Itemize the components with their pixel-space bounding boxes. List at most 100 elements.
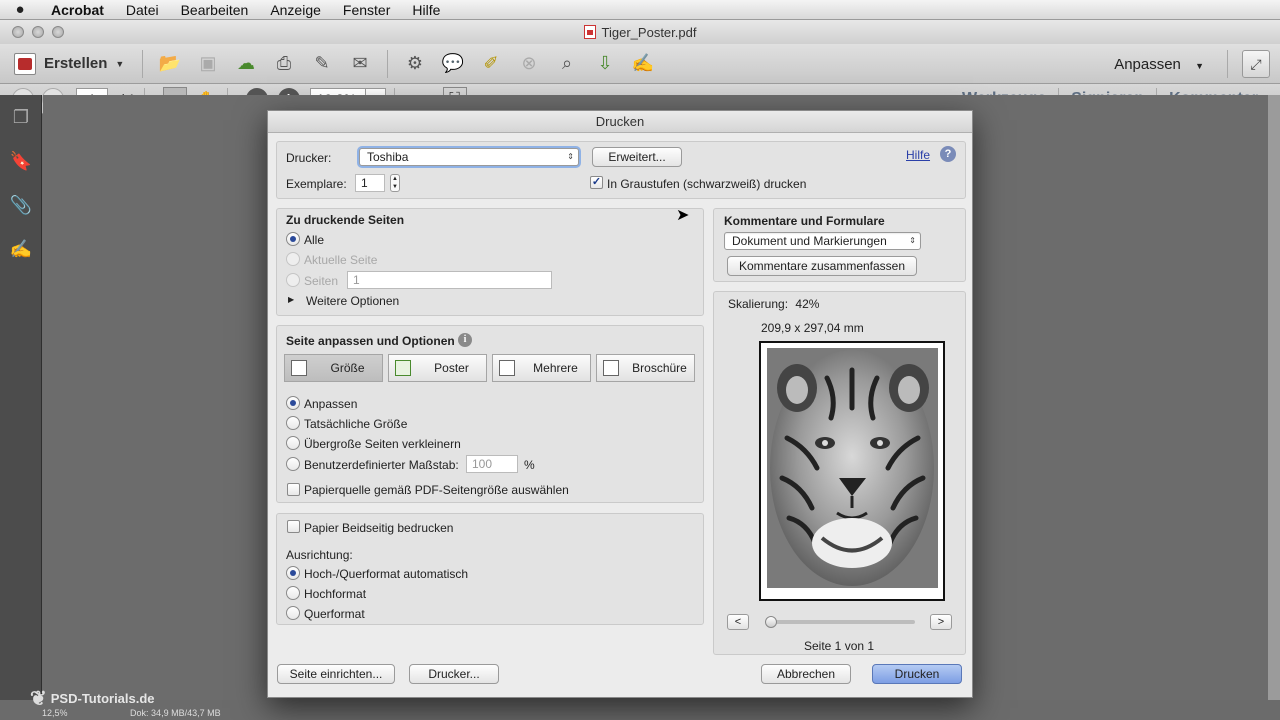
main-toolbar: Erstellen ▼ 📂 ▣ ☁ ⎙ ✎ ✉ ⚙ 💬 ✐ ⊗ ⌕ ⇩ ✍ An… [0, 44, 1280, 84]
comments-heading: Kommentare und Formulare [724, 214, 885, 228]
mail-icon[interactable]: ✉ [347, 51, 373, 77]
apple-icon[interactable]: ● [0, 1, 40, 18]
menu-fenster[interactable]: Fenster [332, 2, 401, 18]
cancel-button[interactable]: Abbrechen [761, 664, 851, 684]
duplex-checkbox[interactable] [287, 520, 300, 533]
menu-bearbeiten[interactable]: Bearbeiten [170, 2, 260, 18]
pages-current-label: Aktuelle Seite [304, 253, 378, 267]
right-scroll-pane[interactable] [1268, 95, 1280, 700]
multiple-pages-icon [499, 360, 515, 376]
menu-datei[interactable]: Datei [115, 2, 170, 18]
booklet-icon [603, 360, 619, 376]
watermark-text: PSD-Tutorials.de [50, 691, 155, 706]
percent-label: % [524, 458, 535, 472]
pages-current-radio[interactable] [286, 252, 300, 266]
gear-icon[interactable]: ⚙ [402, 51, 428, 77]
grayscale-checkbox[interactable]: ✓ [590, 176, 603, 189]
open-folder-icon[interactable]: 📂 [157, 51, 183, 77]
menu-app[interactable]: Acrobat [40, 2, 115, 18]
navigation-sidebar: ❐ 🔖 📎 ✍ [0, 95, 42, 700]
window-controls [12, 26, 64, 38]
info-icon[interactable]: i [458, 333, 472, 347]
printer-label: Drucker: [286, 151, 332, 165]
create-button[interactable]: Erstellen ▼ [14, 52, 134, 75]
toolbar-separator [1227, 50, 1228, 78]
save-icon[interactable]: ▣ [195, 51, 221, 77]
menubar: ● Acrobat Datei Bearbeiten Anzeige Fenst… [0, 0, 1280, 20]
segment-poster[interactable]: Poster [388, 354, 487, 382]
fullscreen-button[interactable]: ⤢ [1242, 50, 1270, 78]
paper-source-checkbox[interactable] [287, 483, 300, 496]
preview-prev-button[interactable]: < [727, 614, 749, 630]
orientation-auto-label: Hoch-/Querformat automatisch [304, 567, 469, 581]
search-doc-icon[interactable]: ⌕ [554, 51, 580, 77]
orientation-portrait-radio[interactable] [286, 586, 300, 600]
pages-all-label: Alle [304, 233, 325, 247]
duplex-label: Papier Beidseitig bedrucken [304, 521, 454, 535]
help-link[interactable]: Hilfe [906, 148, 930, 162]
summarize-comments-button[interactable]: Kommentare zusammenfassen [727, 256, 917, 276]
poster-icon [395, 360, 411, 376]
upload-cloud-icon[interactable]: ☁ [233, 51, 259, 77]
toolbar-separator [142, 49, 143, 78]
page-setup-button[interactable]: Seite einrichten... [277, 664, 395, 684]
menu-anzeige[interactable]: Anzeige [259, 2, 332, 18]
sign-icon[interactable]: ✍ [630, 51, 656, 77]
pages-range-radio[interactable] [286, 273, 300, 287]
print-icon[interactable]: ⎙ [271, 51, 297, 77]
close-window-button[interactable] [12, 26, 24, 38]
more-options-label[interactable]: Weitere Optionen [306, 294, 399, 308]
pages-range-input[interactable]: 1 [347, 271, 552, 289]
copies-stepper[interactable]: ▲ ▼ [390, 174, 400, 192]
comments-select[interactable]: Dokument und Markierungen ⇕ [724, 232, 921, 250]
help-icon[interactable]: ? [940, 146, 956, 162]
preview-next-button[interactable]: > [930, 614, 952, 630]
orientation-auto-radio[interactable] [286, 566, 300, 580]
printer-select[interactable]: Toshiba ⇕ [359, 148, 579, 166]
shrink-radio[interactable] [286, 436, 300, 450]
printer-button[interactable]: Drucker... [409, 664, 499, 684]
print-button[interactable]: Drucken [872, 664, 962, 684]
zoom-window-button[interactable] [52, 26, 64, 38]
segment-multiple[interactable]: Mehrere [492, 354, 591, 382]
comments-select-value: Dokument und Markierungen [732, 234, 887, 248]
print-dialog: Drucken Drucker: Toshiba ⇕ Erweitert... … [267, 110, 973, 698]
paperclip-icon[interactable]: 📎 [0, 183, 42, 227]
paper-source-label: Papierquelle gemäß PDF-Seitengröße auswä… [304, 483, 569, 497]
orientation-portrait-label: Hochformat [304, 587, 367, 601]
edit-icon[interactable]: ✎ [309, 51, 335, 77]
segment-poster-label: Poster [434, 361, 469, 375]
export-icon[interactable]: ⇩ [592, 51, 618, 77]
fit-radio[interactable] [286, 396, 300, 410]
preview-slider-track[interactable] [769, 620, 915, 624]
segment-booklet[interactable]: Broschüre [596, 354, 695, 382]
disclosure-triangle-icon[interactable]: ▶ [288, 295, 294, 304]
create-label: Erstellen [44, 55, 108, 72]
create-pdf-icon [14, 52, 36, 75]
updown-arrows-icon: ⇕ [567, 152, 574, 161]
orientation-heading: Ausrichtung: [286, 548, 353, 562]
highlight-icon[interactable]: ✐ [478, 51, 504, 77]
customize-button[interactable]: Anpassen ▼ [1114, 56, 1204, 73]
menu-hilfe[interactable]: Hilfe [401, 2, 451, 18]
attach-icon[interactable]: ⊗ [516, 51, 542, 77]
advanced-button[interactable]: Erweitert... [592, 147, 682, 167]
preview-slider-knob[interactable] [765, 616, 777, 628]
pages-all-radio[interactable] [286, 232, 300, 246]
segment-size[interactable]: Größe [284, 354, 383, 382]
pages-range-label: Seiten [304, 274, 339, 288]
scaling-label: Skalierung: 42% [728, 297, 819, 311]
copies-input[interactable]: 1 [355, 174, 385, 192]
comment-icon[interactable]: 💬 [440, 51, 466, 77]
pages-panel-icon[interactable]: ❐ [0, 95, 42, 139]
actual-size-radio[interactable] [286, 416, 300, 430]
sizing-heading: Seite anpassen und Optionen [286, 334, 455, 348]
page-dimensions: 209,9 x 297,04 mm [761, 321, 864, 335]
minimize-window-button[interactable] [32, 26, 44, 38]
orientation-landscape-radio[interactable] [286, 606, 300, 620]
segment-booklet-label: Broschüre [632, 361, 687, 375]
custom-scale-input[interactable]: 100 [466, 455, 518, 473]
bookmark-icon[interactable]: 🔖 [0, 139, 42, 183]
custom-scale-radio[interactable] [286, 457, 300, 471]
signature-icon[interactable]: ✍ [0, 227, 42, 271]
